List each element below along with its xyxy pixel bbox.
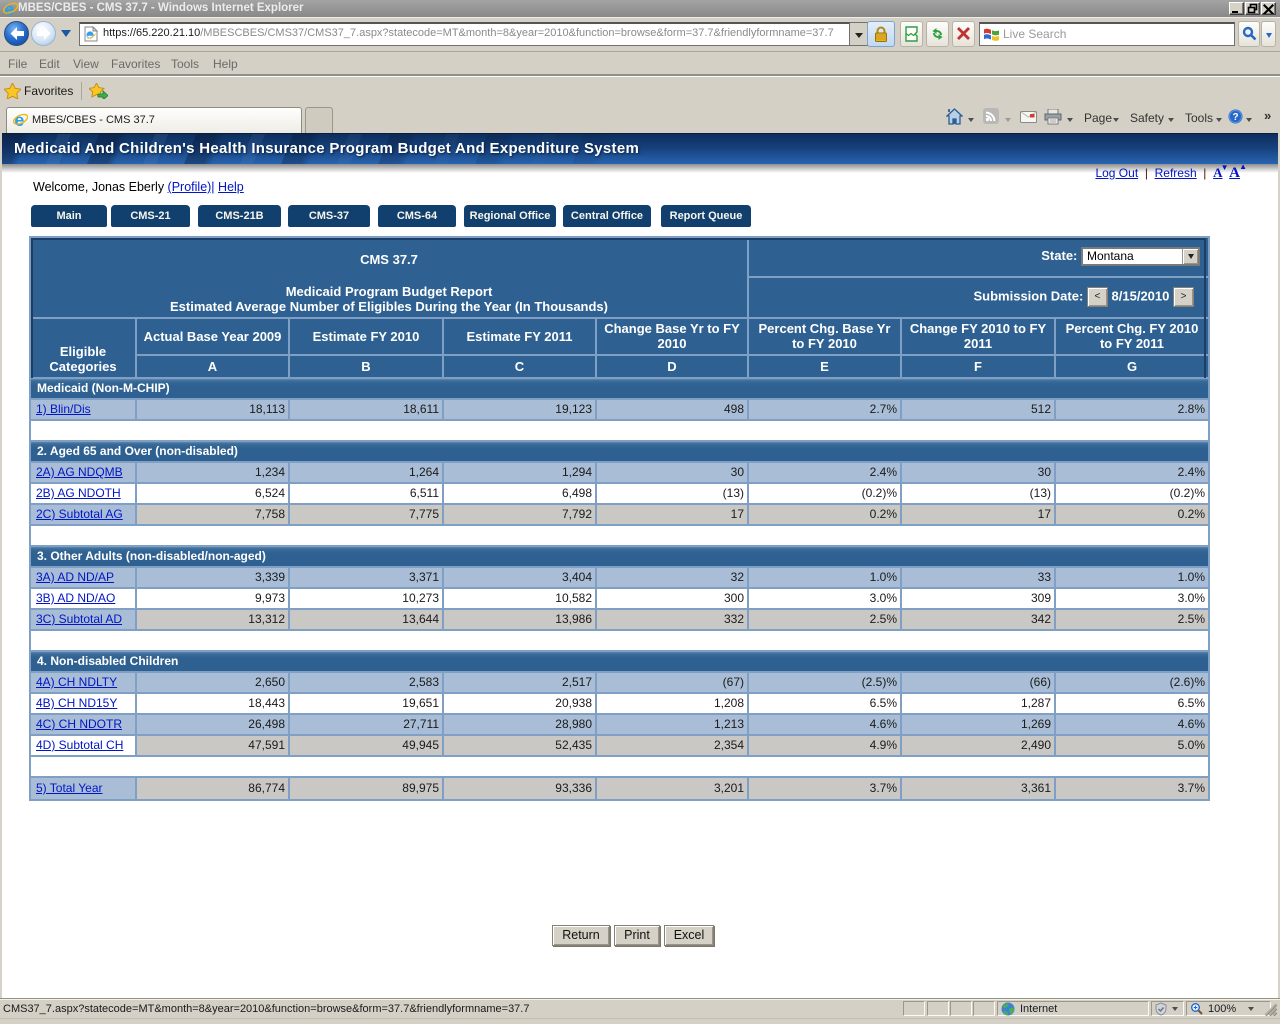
- svg-text:?: ?: [1232, 112, 1238, 123]
